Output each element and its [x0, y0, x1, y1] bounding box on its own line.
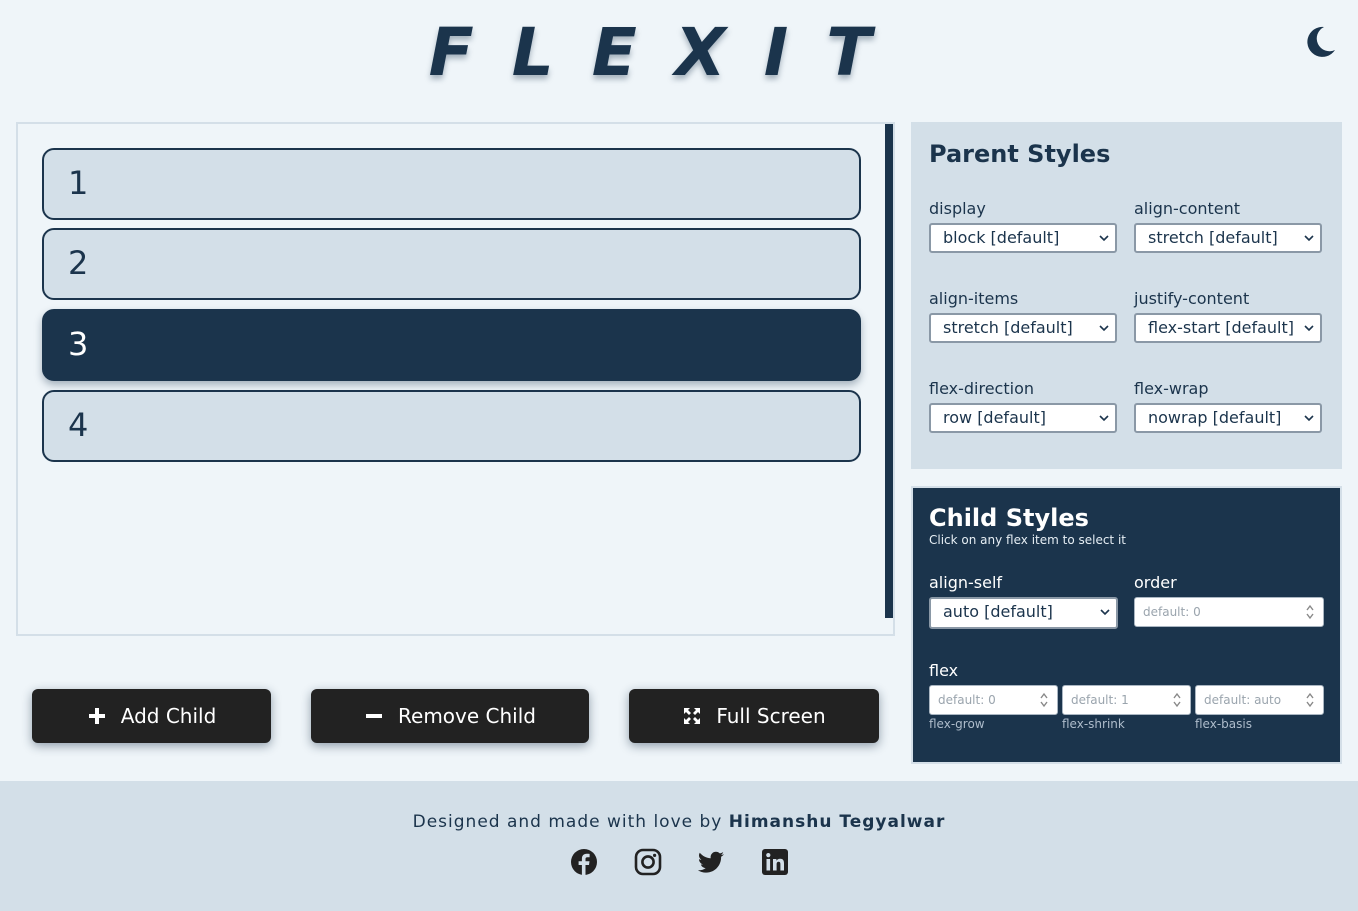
- display-label: display: [929, 199, 986, 218]
- order-label: order: [1134, 573, 1177, 592]
- add-child-button[interactable]: Add Child: [32, 689, 271, 743]
- align-items-label: align-items: [929, 289, 1019, 308]
- spinner-icon[interactable]: [1305, 603, 1315, 621]
- flex-grow-label: flex-grow: [929, 717, 985, 731]
- flex-shrink-input[interactable]: default: 1: [1062, 685, 1191, 715]
- remove-child-button[interactable]: Remove Child: [311, 689, 589, 743]
- flex-wrap-label: flex-wrap: [1134, 379, 1209, 398]
- align-self-select[interactable]: auto [default]: [929, 597, 1118, 629]
- moon-icon[interactable]: [1302, 24, 1336, 58]
- flex-direction-value: row [default]: [943, 408, 1046, 427]
- chevron-down-icon: [1304, 325, 1314, 332]
- chevron-down-icon: [1099, 235, 1109, 242]
- footer: Designed and made with love by Himanshu …: [0, 781, 1358, 911]
- child-styles-hint: Click on any flex item to select it: [929, 533, 1126, 547]
- flex-basis-placeholder: default: auto: [1204, 693, 1282, 707]
- chevron-down-icon: [1304, 235, 1314, 242]
- flex-item[interactable]: 1: [42, 148, 861, 220]
- display-value: block [default]: [943, 228, 1060, 247]
- spinner-icon[interactable]: [1039, 691, 1049, 709]
- spinner-icon[interactable]: [1305, 691, 1315, 709]
- chevron-down-icon: [1099, 415, 1109, 422]
- facebook-icon[interactable]: [570, 848, 598, 876]
- align-content-label: align-content: [1134, 199, 1241, 218]
- linkedin-icon[interactable]: [761, 848, 789, 876]
- full-screen-button[interactable]: Full Screen: [629, 689, 879, 743]
- add-child-label: Add Child: [120, 704, 217, 728]
- flex-label: flex: [929, 661, 959, 680]
- flex-wrap-value: nowrap [default]: [1148, 408, 1282, 427]
- flex-basis-label: flex-basis: [1195, 717, 1252, 731]
- align-content-select[interactable]: stretch [default]: [1134, 223, 1322, 253]
- flex-wrap-select[interactable]: nowrap [default]: [1134, 403, 1322, 433]
- author-link[interactable]: Himanshu Tegyalwar: [729, 812, 946, 832]
- spinner-icon[interactable]: [1172, 691, 1182, 709]
- flex-shrink-label: flex-shrink: [1062, 717, 1125, 731]
- justify-content-select[interactable]: flex-start [default]: [1134, 313, 1322, 343]
- flex-item-label: 4: [68, 406, 89, 444]
- instagram-icon[interactable]: [634, 848, 662, 876]
- child-styles-title: Child Styles: [929, 504, 1089, 532]
- chevron-down-icon: [1099, 325, 1109, 332]
- flex-basis-input[interactable]: default: auto: [1195, 685, 1324, 715]
- flex-item[interactable]: 4: [42, 390, 861, 462]
- footer-credit: Designed and made with love by Himanshu …: [0, 812, 1358, 832]
- flex-item-selected[interactable]: 3: [42, 309, 861, 381]
- flex-direction-label: flex-direction: [929, 379, 1034, 398]
- display-select[interactable]: block [default]: [929, 223, 1117, 253]
- flex-direction-select[interactable]: row [default]: [929, 403, 1117, 433]
- chevron-down-icon: [1304, 415, 1314, 422]
- credit-prefix: Designed and made with love by: [412, 812, 723, 832]
- parent-styles-title: Parent Styles: [929, 140, 1111, 168]
- expand-icon: [684, 708, 701, 724]
- full-screen-label: Full Screen: [716, 704, 826, 728]
- align-content-value: stretch [default]: [1148, 228, 1278, 247]
- flex-grow-input[interactable]: default: 0: [929, 685, 1058, 715]
- chevron-down-icon: [1100, 609, 1110, 616]
- plus-icon: [88, 708, 105, 724]
- align-self-value: auto [default]: [943, 602, 1053, 621]
- flex-item-label: 2: [68, 244, 89, 282]
- flex-item-label: 3: [68, 325, 89, 363]
- justify-content-value: flex-start [default]: [1148, 318, 1295, 337]
- app-logo: FLEXIT: [428, 14, 910, 91]
- minus-icon: [366, 714, 383, 718]
- twitter-icon[interactable]: [697, 848, 725, 876]
- order-input[interactable]: default: 0: [1134, 597, 1324, 627]
- flex-grow-placeholder: default: 0: [938, 693, 996, 707]
- align-self-label: align-self: [929, 573, 1003, 592]
- order-placeholder: default: 0: [1143, 605, 1201, 619]
- flex-item[interactable]: 2: [42, 228, 861, 300]
- remove-child-label: Remove Child: [398, 704, 536, 728]
- flex-shrink-placeholder: default: 1: [1071, 693, 1129, 707]
- justify-content-label: justify-content: [1134, 289, 1250, 308]
- scrollbar[interactable]: [885, 124, 893, 618]
- align-items-value: stretch [default]: [943, 318, 1073, 337]
- align-items-select[interactable]: stretch [default]: [929, 313, 1117, 343]
- flex-item-label: 1: [68, 164, 89, 202]
